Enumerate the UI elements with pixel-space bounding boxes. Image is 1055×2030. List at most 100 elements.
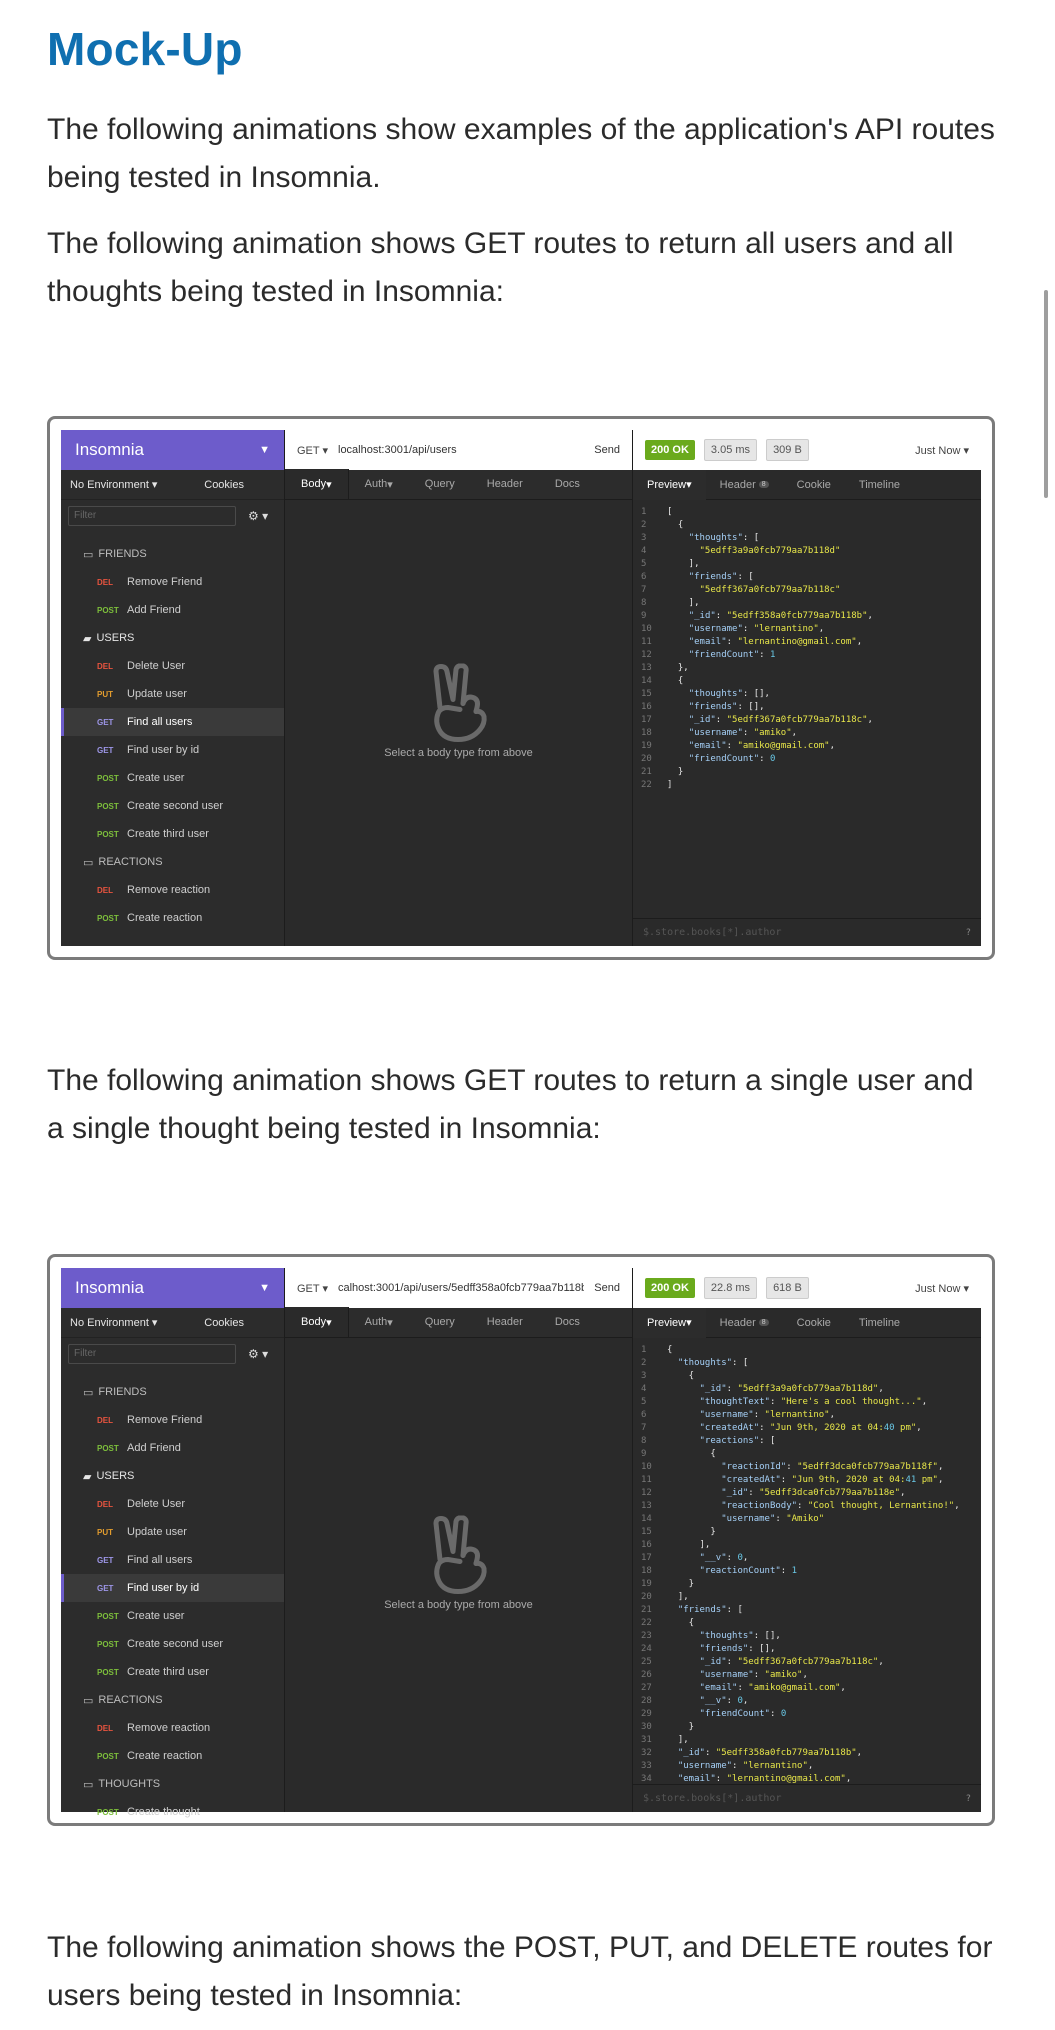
folder-reactions[interactable]: ▭ REACTIONS <box>61 1686 284 1714</box>
method-badge: POST <box>97 1639 119 1649</box>
request-item[interactable]: POST Create thought <box>61 1798 284 1823</box>
code-text: "friendCount": 1 <box>688 650 776 660</box>
folder-reactions[interactable]: ▭ REACTIONS <box>61 848 284 876</box>
tab-body[interactable]: Body ▾ <box>285 469 349 499</box>
history-label: Just Now <box>915 444 961 457</box>
request-item[interactable]: POST Add Friend <box>61 596 284 624</box>
folder-friends[interactable]: ▭ FRIENDS <box>61 540 284 568</box>
folder-thoughts[interactable]: ▭ THOUGHTS <box>61 1770 284 1798</box>
method-badge: DEL <box>97 577 113 587</box>
tab-label: Header <box>486 1316 523 1328</box>
code-line: 5 "thoughtText": "Here's a cool thought.… <box>641 1396 981 1409</box>
chevron-down-icon[interactable]: ▼ <box>259 444 270 456</box>
code-text: "_id": "5edff367a0fcb779aa7b118c", <box>699 1657 884 1667</box>
code-line: 8 ], <box>641 597 981 610</box>
response-filter-input[interactable]: $.store.books[*].author <box>643 927 781 938</box>
code-line: 9 "_id": "5edff358a0fcb779aa7b118b", <box>641 610 981 623</box>
environment-select[interactable]: No Environment ▾ <box>70 478 157 491</box>
history-dropdown[interactable]: Just Now ▾ <box>915 444 969 457</box>
request-item[interactable]: POST Create third user <box>61 820 284 848</box>
request-label: Create thought <box>127 1806 200 1818</box>
history-dropdown[interactable]: Just Now ▾ <box>915 1282 969 1295</box>
workspace-header[interactable]: Insomnia ▼ <box>61 1268 284 1308</box>
response-tab-header[interactable]: Header 8 <box>706 1308 783 1338</box>
send-button[interactable]: Send <box>594 1282 620 1294</box>
tab-auth[interactable]: Auth ▾ <box>349 469 409 499</box>
url-input[interactable]: localhost:3001/api/users <box>338 444 584 456</box>
cookies-button[interactable]: Cookies <box>204 479 244 491</box>
folder-users[interactable]: ▰ USERS <box>61 624 284 652</box>
method-badge: GET <box>97 745 114 755</box>
tab-auth[interactable]: Auth ▾ <box>349 1307 409 1337</box>
response-filter[interactable]: $.store.books[*].author? <box>633 1784 981 1812</box>
tab-docs[interactable]: Docs <box>539 469 596 499</box>
request-item[interactable]: GET Find user by id <box>61 1574 284 1602</box>
request-item[interactable]: POST Add Friend <box>61 1434 284 1462</box>
response-json[interactable]: 1{2 "thoughts": [3 {4 "_id": "5edff3a9a0… <box>633 1338 981 1784</box>
tab-docs[interactable]: Docs <box>539 1307 596 1337</box>
folder-friends[interactable]: ▭ FRIENDS <box>61 1378 284 1406</box>
response-tabs: Preview ▾ Header 8 Cookie Timeline <box>633 1307 981 1338</box>
tab-label: Body <box>301 478 327 490</box>
request-item[interactable]: POST Create second user <box>61 792 284 820</box>
request-item[interactable]: PUT Update user <box>61 1518 284 1546</box>
help-icon[interactable]: ? <box>966 1794 971 1804</box>
method-badge: POST <box>97 1443 119 1453</box>
page-scrollbar[interactable] <box>1044 290 1048 498</box>
request-item[interactable]: DEL Remove Friend <box>61 568 284 596</box>
request-item[interactable]: GET Find user by id <box>61 736 284 764</box>
response-tab-header[interactable]: Header 8 <box>706 470 783 500</box>
response-tab-preview[interactable]: Preview ▾ <box>633 469 706 500</box>
request-item[interactable]: POST Create reaction <box>61 904 284 932</box>
request-item[interactable]: POST Create reaction <box>61 1742 284 1770</box>
code-line: 15 "thoughts": [], <box>641 688 981 701</box>
request-item[interactable]: DEL Delete User <box>61 1490 284 1518</box>
request-item[interactable]: PUT Update user <box>61 680 284 708</box>
request-item[interactable]: DEL Remove Friend <box>61 1406 284 1434</box>
tab-header[interactable]: Header <box>471 469 539 499</box>
request-item[interactable]: POST Create second user <box>61 1630 284 1658</box>
response-tab-cookie[interactable]: Cookie <box>783 470 845 500</box>
request-item[interactable]: DEL Remove reaction <box>61 1714 284 1742</box>
method-select[interactable]: GET ▾ <box>297 444 328 457</box>
tab-body[interactable]: Body ▾ <box>285 1307 349 1337</box>
environment-select[interactable]: No Environment ▾ <box>70 1316 157 1329</box>
tab-query[interactable]: Query <box>409 1307 471 1337</box>
request-item[interactable]: GET Find all users <box>61 1546 284 1574</box>
workspace-header[interactable]: Insomnia ▼ <box>61 430 284 470</box>
request-item[interactable]: POST Create third user <box>61 1658 284 1686</box>
code-line: 23 "thoughts": [], <box>641 1630 981 1643</box>
tab-header[interactable]: Header <box>471 1307 539 1337</box>
request-item[interactable]: DEL Remove reaction <box>61 876 284 904</box>
request-item[interactable]: POST Create user <box>61 764 284 792</box>
code-line: 18 "username": "amiko", <box>641 727 981 740</box>
code-line: 29 "friendCount": 0 <box>641 1708 981 1721</box>
gear-icon[interactable]: ⚙ ▾ <box>248 509 268 523</box>
help-icon[interactable]: ? <box>966 928 971 938</box>
request-item[interactable]: DEL Delete User <box>61 652 284 680</box>
cookies-button[interactable]: Cookies <box>204 1317 244 1329</box>
method-badge: GET <box>97 717 114 727</box>
response-json[interactable]: 1[2 {3 "thoughts": [4 "5edff3a9a0fcb779a… <box>633 500 981 918</box>
folder-label: THOUGHTS <box>98 1778 161 1790</box>
response-tab-timeline[interactable]: Timeline <box>845 470 914 500</box>
gear-icon[interactable]: ⚙ ▾ <box>248 1347 268 1361</box>
filter-input[interactable]: Filter <box>68 1344 236 1364</box>
response-tab-preview[interactable]: Preview ▾ <box>633 1307 706 1338</box>
folder-users[interactable]: ▰ USERS <box>61 1462 284 1490</box>
tab-query[interactable]: Query <box>409 469 471 499</box>
url-input[interactable]: calhost:3001/api/users/5edff358a0fcb779a… <box>338 1282 584 1294</box>
request-item[interactable]: GET Find all users <box>61 708 284 736</box>
response-tab-cookie[interactable]: Cookie <box>783 1308 845 1338</box>
code-text: ], <box>667 1540 711 1550</box>
request-item[interactable]: POST Create user <box>61 1602 284 1630</box>
code-text: "_id": "5edff367a0fcb779aa7b118c", <box>688 715 873 725</box>
chevron-down-icon[interactable]: ▼ <box>259 1282 270 1294</box>
filter-input[interactable]: Filter <box>68 506 236 526</box>
response-filter[interactable]: $.store.books[*].author? <box>633 918 981 946</box>
send-button[interactable]: Send <box>594 444 620 456</box>
response-filter-input[interactable]: $.store.books[*].author <box>643 1793 781 1804</box>
response-tab-timeline[interactable]: Timeline <box>845 1308 914 1338</box>
status-badge: 200 OK <box>645 1278 695 1298</box>
method-select[interactable]: GET ▾ <box>297 1282 328 1295</box>
